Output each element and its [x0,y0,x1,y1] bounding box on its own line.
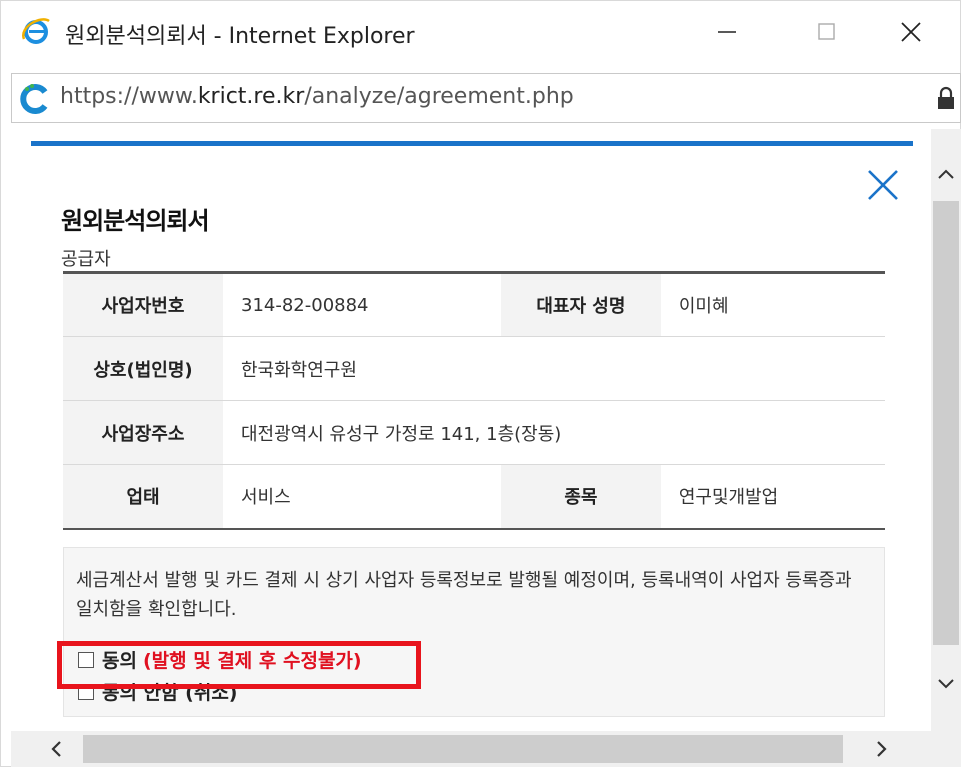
scroll-down-button[interactable] [931,669,961,699]
scrollbar-corner [931,731,961,767]
address-bar[interactable]: https://www.krict.re.kr/analyze/agreemen… [11,73,961,123]
label-business-number: 사업자번호 [63,272,223,337]
chevron-right-icon [877,741,887,757]
vertical-scroll-thumb[interactable] [933,201,959,645]
value-business-type: 서비스 [223,464,501,529]
table-row: 상호(법인명) 한국화학연구원 [63,336,885,401]
vertical-scrollbar[interactable] [931,129,961,731]
scroll-left-button[interactable] [41,735,71,763]
value-business-number: 314-82-00884 [223,272,501,337]
window-close-button[interactable] [881,11,941,53]
supplier-info-table: 사업자번호 314-82-00884 대표자 성명 이미혜 상호(법인명) 한국… [63,271,885,530]
site-favicon-icon [20,84,48,114]
url-host: krict.re.kr [197,84,305,109]
lock-icon[interactable] [936,86,956,110]
label-address: 사업장주소 [63,400,223,465]
url-host-prefix: www. [138,84,198,109]
dialog-close-icon[interactable] [865,167,901,203]
scroll-up-button[interactable] [931,159,961,189]
label-representative: 대표자 성명 [500,272,661,337]
chevron-left-icon [51,741,61,757]
notice-box: 세금계산서 발행 및 카드 결제 시 상기 사업자 등록정보로 발행될 예정이며… [63,547,885,717]
supplier-section-label: 공급자 [61,249,111,270]
horizontal-scroll-thumb[interactable] [83,735,843,763]
horizontal-scrollbar[interactable] [11,731,931,767]
value-company-name: 한국화학연구원 [223,336,885,401]
chevron-up-icon [938,169,954,179]
maximize-button[interactable] [797,11,857,53]
label-company-name: 상호(법인명) [63,336,223,401]
label-business-type: 업태 [63,464,223,529]
notice-text: 세금계산서 발행 및 카드 결제 시 상기 사업자 등록정보로 발행될 예정이며… [76,570,852,620]
value-address: 대전광역시 유성구 가정로 141, 1층(장동) [223,400,885,465]
internet-explorer-icon [22,18,50,44]
scroll-right-button[interactable] [867,735,897,763]
value-representative: 이미혜 [660,272,885,337]
title-bar: 원외분석의뢰서 - Internet Explorer [1,1,960,63]
minimize-icon [718,31,736,33]
document-title: 원외분석의뢰서 [61,207,210,235]
table-row: 사업장주소 대전광역시 유성구 가정로 141, 1층(장동) [63,400,885,465]
highlight-annotation-box [57,641,421,689]
table-row: 사업자번호 314-82-00884 대표자 성명 이미혜 [63,272,885,337]
minimize-button[interactable] [697,11,757,53]
label-business-item: 종목 [500,464,661,529]
table-row: 업태 서비스 종목 연구및개발업 [63,464,885,529]
chevron-down-icon [938,679,954,689]
close-icon [901,22,921,42]
browser-window: 원외분석의뢰서 - Internet Explorer https://www.… [0,0,961,767]
url-path: /analyze/agreement.php [304,84,574,109]
window-title: 원외분석의뢰서 - Internet Explorer [65,24,415,49]
url-text[interactable]: https://www.krict.re.kr/analyze/agreemen… [60,84,574,109]
dialog-top-rule [31,141,913,146]
url-scheme: https:// [60,84,139,109]
maximize-icon [818,23,835,40]
value-business-item: 연구및개발업 [660,464,885,529]
